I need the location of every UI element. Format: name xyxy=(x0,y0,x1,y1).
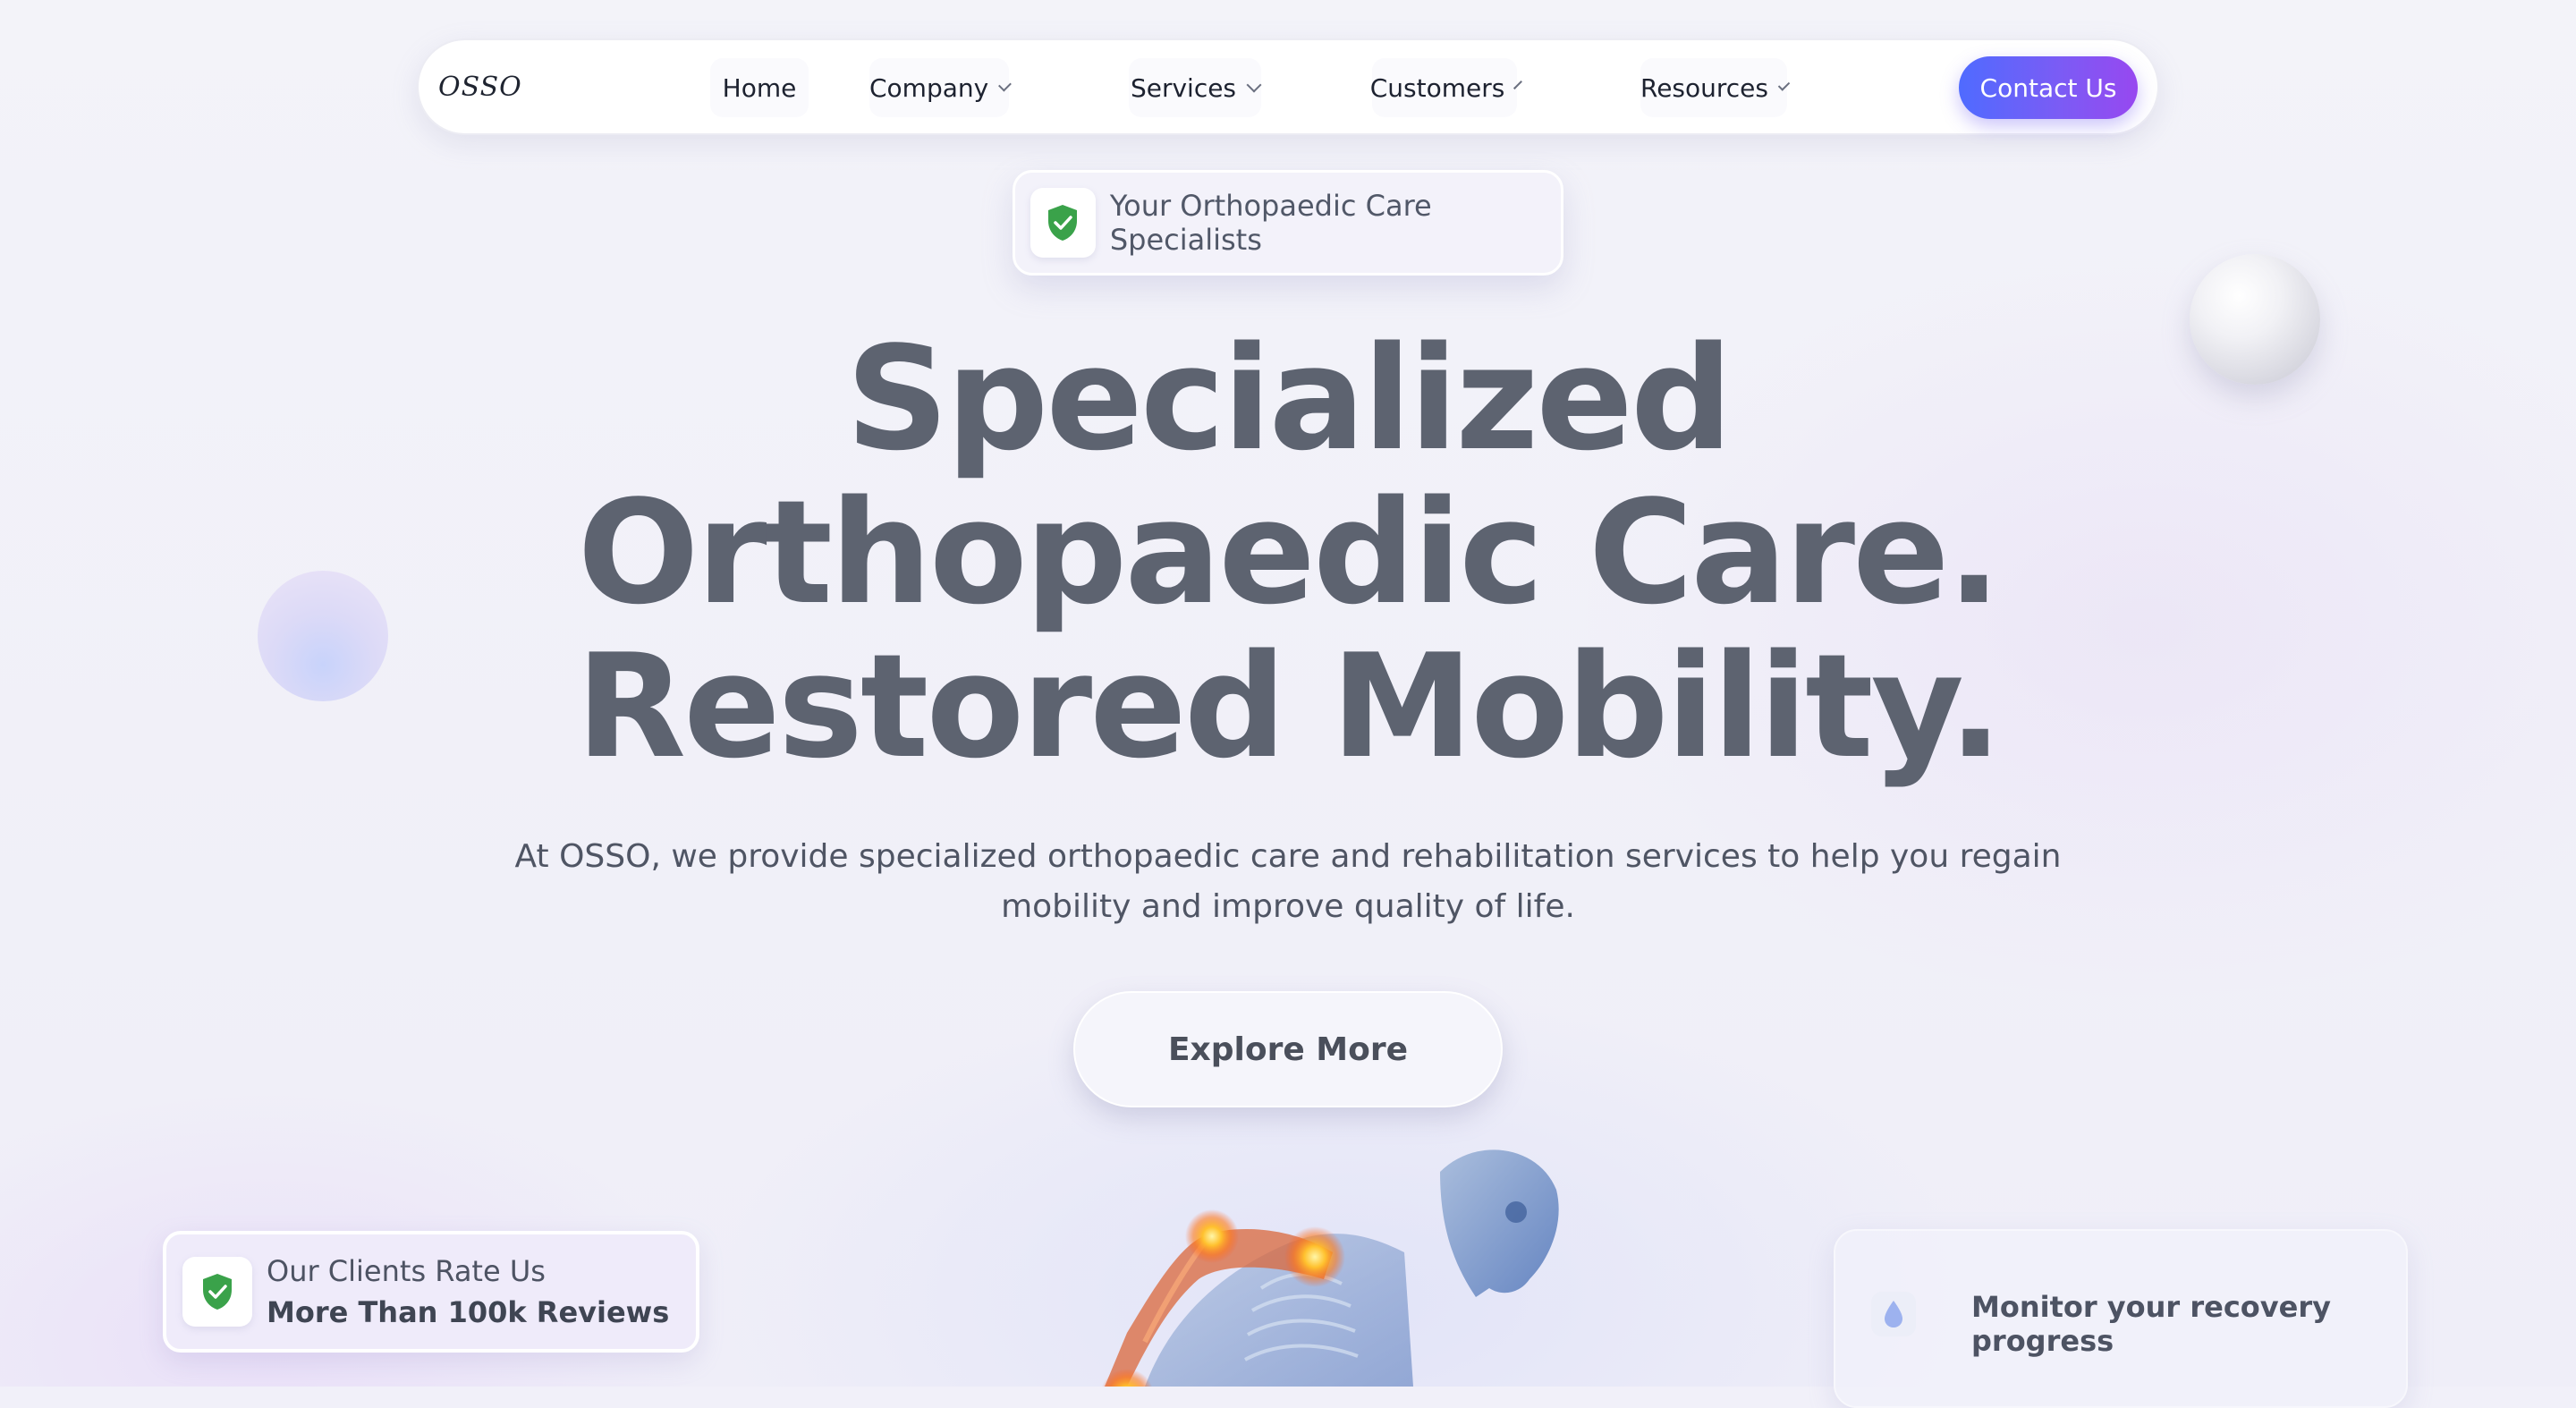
osso-logo[interactable]: OSSO xyxy=(438,40,522,133)
reviews-count: More Than 100k Reviews xyxy=(267,1295,670,1329)
nav-item-resources[interactable]: Resources xyxy=(1640,58,1791,117)
nav-item-customers[interactable]: Customers xyxy=(1369,58,1523,117)
headline-line: Specialized xyxy=(845,315,1733,482)
nav-item-label: Customers xyxy=(1369,72,1505,103)
nav-item-home[interactable]: Home xyxy=(710,58,809,117)
contact-us-button[interactable]: Contact Us xyxy=(1959,56,2138,119)
reviews-card: Our Clients Rate Us More Than 100k Revie… xyxy=(163,1231,699,1353)
headline-line: Restored Mobility. xyxy=(575,623,2003,790)
headline-line: Orthopaedic Care. xyxy=(577,469,2002,636)
specialists-tag: Your Orthopaedic Care Specialists xyxy=(1013,170,1563,276)
nav-item-label: Company xyxy=(869,72,989,103)
explore-more-button[interactable]: Explore More xyxy=(1073,991,1503,1107)
nav-item-services[interactable]: Services xyxy=(1129,58,1262,117)
chevron-down-icon xyxy=(1246,77,1262,93)
shield-check-icon xyxy=(1048,205,1078,241)
hero-subtext: At OSSO, we provide specialized orthopae… xyxy=(514,838,2062,925)
reviews-caption: Our Clients Rate Us xyxy=(267,1254,546,1288)
monitor-label: Monitor your recovery progress xyxy=(1971,1290,2331,1358)
chevron-down-icon xyxy=(1513,81,1523,89)
skeleton-figure-image xyxy=(1101,1149,1559,1387)
nav-item-label: Services xyxy=(1130,72,1237,103)
tag-label: Your Orthopaedic Care Specialists xyxy=(1109,189,1432,257)
top-navigation: OSSO Home Company Services Customers Res… xyxy=(417,38,2159,135)
chevron-down-icon xyxy=(998,78,1012,92)
shield-check-icon xyxy=(203,1274,232,1310)
hero-headline: Specialized Orthopaedic Care. Restored M… xyxy=(0,322,2576,784)
nav-item-label: Home xyxy=(722,72,797,103)
shield-badge xyxy=(182,1257,252,1327)
nav-item-label: Resources xyxy=(1640,72,1768,103)
nav-item-company[interactable]: Company xyxy=(869,58,1012,117)
drop-badge xyxy=(1871,1292,1916,1336)
shield-badge xyxy=(1030,188,1096,258)
reviews-text: Our Clients Rate Us More Than 100k Revie… xyxy=(267,1251,669,1333)
monitor-progress-card[interactable]: Monitor your recovery progress xyxy=(1834,1229,2408,1408)
drop-icon xyxy=(1885,1301,1902,1327)
chevron-down-icon xyxy=(1777,79,1791,91)
